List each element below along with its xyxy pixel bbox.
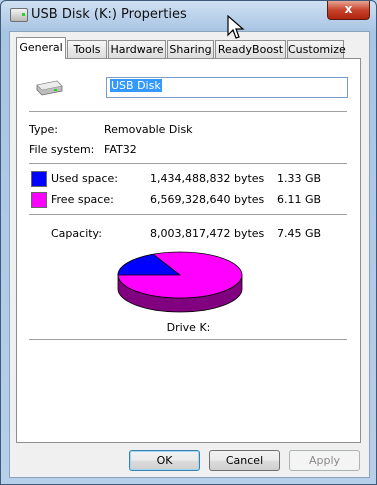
used-space-label: Used space: bbox=[51, 172, 119, 185]
mouse-cursor-icon bbox=[227, 15, 245, 39]
drive-name-text: USB Disk bbox=[110, 79, 162, 92]
close-button[interactable]: x bbox=[327, 1, 370, 20]
file-system-value: FAT32 bbox=[104, 143, 137, 156]
general-tab-panel: USB Disk Type: Removable Disk File syste… bbox=[16, 58, 361, 443]
usb-drive-icon bbox=[10, 8, 28, 22]
type-value: Removable Disk bbox=[104, 123, 193, 136]
file-system-label: File system: bbox=[29, 143, 95, 156]
usb-drive-icon bbox=[36, 80, 63, 96]
tab-tools[interactable]: Tools bbox=[67, 40, 107, 58]
tab-sharing[interactable]: Sharing bbox=[167, 40, 214, 58]
divider bbox=[29, 214, 347, 215]
title-bar[interactable]: USB Disk (K:) Properties x bbox=[1, 1, 376, 29]
capacity-bytes: 8,003,817,472 bytes bbox=[150, 227, 265, 240]
divider bbox=[29, 163, 347, 164]
free-space-label: Free space: bbox=[51, 193, 114, 206]
type-label: Type: bbox=[29, 123, 58, 136]
capacity-size: 7.45 GB bbox=[277, 227, 322, 240]
properties-window: USB Disk (K:) Properties x General Tools… bbox=[0, 0, 377, 485]
tab-hardware[interactable]: Hardware bbox=[108, 40, 166, 58]
apply-button[interactable]: Apply bbox=[289, 450, 360, 471]
pie-caption: Drive K: bbox=[166, 321, 211, 334]
free-space-size: 6.11 GB bbox=[277, 193, 322, 206]
used-space-bytes: 1,434,488,832 bytes bbox=[150, 172, 265, 185]
cancel-button[interactable]: Cancel bbox=[209, 450, 280, 471]
tab-readyboost[interactable]: ReadyBoost bbox=[215, 40, 286, 58]
drive-name-field[interactable]: USB Disk bbox=[106, 77, 348, 98]
tab-general[interactable]: General bbox=[16, 37, 66, 59]
free-space-swatch bbox=[31, 192, 47, 208]
used-space-size: 1.33 GB bbox=[277, 172, 322, 185]
dialog-client: General Tools Hardware Sharing ReadyBoos… bbox=[9, 31, 370, 478]
free-space-bytes: 6,569,328,640 bytes bbox=[150, 193, 265, 206]
window-title: USB Disk (K:) Properties bbox=[31, 7, 187, 22]
tab-customize[interactable]: Customize bbox=[287, 40, 346, 58]
disk-usage-pie-chart bbox=[117, 251, 243, 313]
ok-button[interactable]: OK bbox=[129, 450, 200, 471]
used-space-swatch bbox=[31, 171, 47, 187]
divider bbox=[29, 111, 347, 112]
divider bbox=[29, 339, 347, 340]
capacity-label: Capacity: bbox=[51, 227, 102, 240]
